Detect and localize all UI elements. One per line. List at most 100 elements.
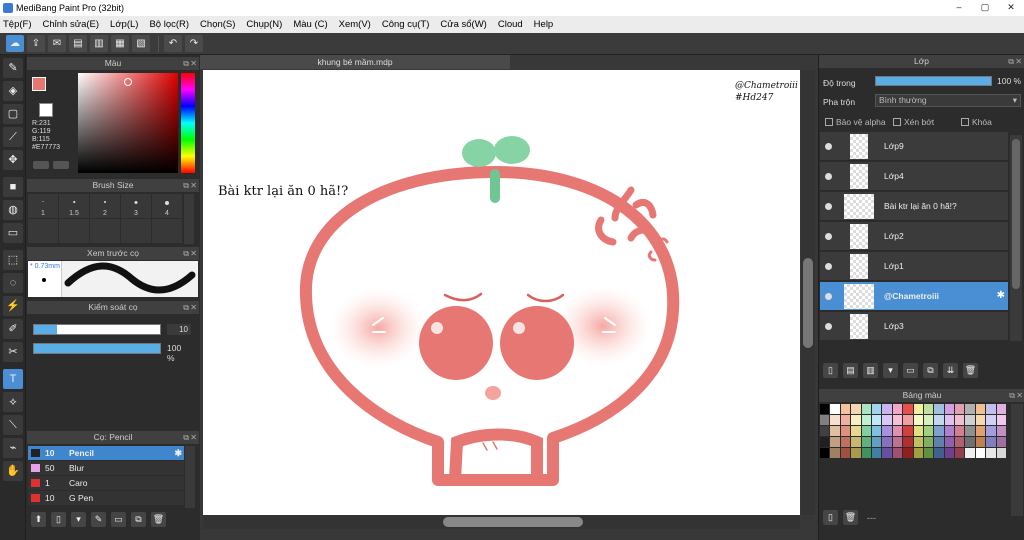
brush-size-cell[interactable] xyxy=(90,219,120,243)
detach-icon[interactable]: ⧉ xyxy=(183,247,189,260)
palette-color-swatch[interactable] xyxy=(955,426,965,436)
palette-color-swatch[interactable] xyxy=(903,437,913,447)
background-color-swatch[interactable] xyxy=(39,103,53,117)
eye-icon[interactable] xyxy=(825,143,832,150)
add-layer-icon[interactable]: ▾ xyxy=(883,362,898,378)
upload-brush-icon[interactable]: ⬆ xyxy=(31,511,46,527)
operation-icon[interactable]: ⟡ xyxy=(3,392,23,412)
close-icon[interactable]: ✕ xyxy=(190,431,197,444)
layer-row[interactable]: Lớp3 xyxy=(820,312,1008,341)
detach-icon[interactable]: ⧉ xyxy=(183,179,189,192)
palette-color-swatch[interactable] xyxy=(830,437,840,447)
drawing-canvas[interactable]: Bài ktr lại ăn 0 hã!? @Chametroiii #Hd24… xyxy=(203,70,800,515)
select-rect-icon[interactable]: ⬚ xyxy=(3,250,23,270)
select-pen-icon[interactable]: ✐ xyxy=(3,319,23,339)
close-icon[interactable]: ✕ xyxy=(1016,389,1023,402)
eye-icon[interactable] xyxy=(825,233,832,240)
palette-color-swatch[interactable] xyxy=(851,448,861,458)
checkbox-box[interactable] xyxy=(961,118,969,126)
menu-snap[interactable]: Chụp(N) xyxy=(246,19,282,30)
new-brush-icon[interactable]: ▯ xyxy=(51,511,66,527)
detach-icon[interactable]: ⧉ xyxy=(1008,55,1014,68)
palette-color-swatch[interactable] xyxy=(861,404,871,414)
menu-color[interactable]: Màu (C) xyxy=(293,19,327,30)
layer-row[interactable]: Lớp2 xyxy=(820,222,1008,251)
brush-size-cell[interactable] xyxy=(152,219,182,243)
delete-palette-icon[interactable]: 🗑 xyxy=(843,510,858,525)
palette-color-swatch[interactable] xyxy=(861,448,871,458)
eye-icon[interactable] xyxy=(825,263,832,270)
close-button[interactable]: ✕ xyxy=(998,0,1024,14)
rectangle-icon[interactable]: ▢ xyxy=(3,104,23,124)
new-layer-icon[interactable]: ▯ xyxy=(823,362,838,378)
brush-list-scrollbar[interactable] xyxy=(185,446,195,508)
close-icon[interactable]: ✕ xyxy=(190,247,197,260)
palette-color-swatch[interactable] xyxy=(861,437,871,447)
palette-color-swatch[interactable] xyxy=(871,404,882,414)
brush-size-cell[interactable]: 2 xyxy=(90,194,120,218)
palette-color-swatch[interactable] xyxy=(830,426,840,436)
palette-color-swatch[interactable] xyxy=(996,426,1007,436)
brush-size-cell[interactable]: 3 xyxy=(121,194,151,218)
canvas-horizontal-scrollbar[interactable] xyxy=(203,515,800,529)
brush-size-cell[interactable] xyxy=(28,219,58,243)
menu-select[interactable]: Chọn(S) xyxy=(200,19,235,30)
hue-slider[interactable] xyxy=(181,73,195,173)
vertical-scroll-thumb[interactable] xyxy=(803,258,813,348)
undo-icon[interactable]: ↶ xyxy=(164,35,182,52)
palette-color-swatch[interactable] xyxy=(986,415,996,425)
eye-icon[interactable] xyxy=(825,173,832,180)
palette-color-swatch[interactable] xyxy=(986,448,996,458)
palette-color-swatch[interactable] xyxy=(913,437,923,447)
menu-filter[interactable]: Bộ lọc(R) xyxy=(149,19,189,30)
layer-row[interactable]: Lớp4 xyxy=(820,162,1008,191)
palette-color-swatch[interactable] xyxy=(882,404,892,414)
delete-brush-icon[interactable]: 🗑 xyxy=(151,511,166,527)
palette-color-swatch[interactable] xyxy=(892,415,903,425)
palette-color-swatch[interactable] xyxy=(851,426,861,436)
detach-icon[interactable]: ⧉ xyxy=(1009,389,1015,402)
fill-rect-icon[interactable]: ■ xyxy=(3,177,23,197)
palette-color-swatch[interactable] xyxy=(955,437,965,447)
eraser-icon[interactable]: ◈ xyxy=(3,81,23,101)
palette-color-swatch[interactable] xyxy=(882,448,892,458)
foreground-color-swatch[interactable] xyxy=(32,77,46,91)
delete-layer-icon[interactable]: 🗑 xyxy=(963,362,978,378)
new-halftone-layer-icon[interactable]: ▤ xyxy=(843,362,858,378)
palette-scrollbar[interactable] xyxy=(1011,404,1023,516)
menu-layer[interactable]: Lớp(L) xyxy=(110,19,138,30)
brush-item[interactable]: 50 Blur xyxy=(28,461,184,475)
menu-file[interactable]: Tệp(F) xyxy=(3,19,32,30)
palette-color-swatch[interactable] xyxy=(934,426,944,436)
palette-color-swatch[interactable] xyxy=(871,426,882,436)
brush-size-cell[interactable]: 1.5 xyxy=(59,194,89,218)
menu-cloud[interactable]: Cloud xyxy=(498,19,523,30)
palette-color-swatch[interactable] xyxy=(996,404,1007,414)
palette-color-swatch[interactable] xyxy=(965,448,975,458)
close-icon[interactable]: ✕ xyxy=(190,179,197,192)
brush-size-cell[interactable] xyxy=(121,219,151,243)
brush-item[interactable]: 1 Caro xyxy=(28,476,184,490)
palette-color-swatch[interactable] xyxy=(975,437,986,447)
palette-color-swatch[interactable] xyxy=(965,437,975,447)
palette-color-swatch[interactable] xyxy=(996,437,1007,447)
palette-color-swatch[interactable] xyxy=(986,437,996,447)
maximize-button[interactable]: ▢ xyxy=(972,0,998,14)
palette-color-swatch[interactable] xyxy=(913,448,923,458)
palette-color-swatch[interactable] xyxy=(944,426,955,436)
palette-color-swatch[interactable] xyxy=(923,404,934,414)
palette-color-swatch[interactable] xyxy=(840,404,851,414)
color-mode-button[interactable] xyxy=(33,161,49,169)
menu-help[interactable]: Help xyxy=(534,19,554,30)
gear-icon[interactable]: ✱ xyxy=(174,446,182,460)
palette-color-swatch[interactable] xyxy=(965,415,975,425)
palette-color-swatch[interactable] xyxy=(903,404,913,414)
checkbox-box[interactable] xyxy=(825,118,833,126)
eye-icon[interactable] xyxy=(825,323,832,330)
palette-color-swatch[interactable] xyxy=(923,448,934,458)
new-palette-icon[interactable]: ▯ xyxy=(823,510,838,525)
protect-alpha-checkbox[interactable]: Bảo vệ alpha xyxy=(825,117,886,127)
grid-alt-icon[interactable]: ▧ xyxy=(132,35,150,52)
hand-icon[interactable]: ✋ xyxy=(3,461,23,481)
detach-icon[interactable]: ⧉ xyxy=(183,431,189,444)
